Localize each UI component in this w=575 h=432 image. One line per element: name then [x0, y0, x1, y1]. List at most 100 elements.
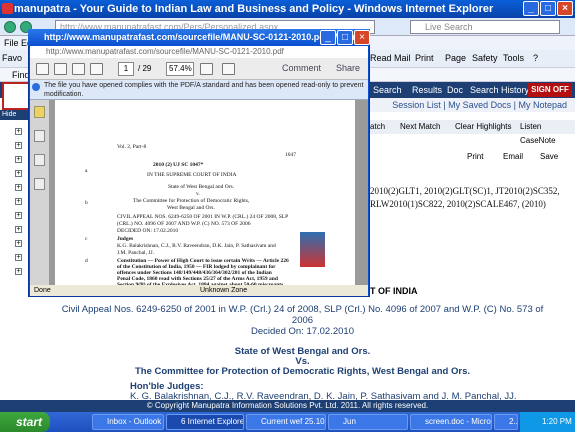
pdf-margin-d: d — [85, 258, 88, 264]
expand-icon[interactable]: + — [15, 142, 22, 149]
print-button[interactable]: Print — [415, 53, 434, 63]
expand-icon[interactable]: + — [15, 128, 22, 135]
expand-icon[interactable]: + — [15, 156, 22, 163]
pdf-versus: v. — [196, 191, 200, 197]
print-icon[interactable] — [72, 63, 85, 75]
copyright-footer: © Copyright Manupatra Information Soluti… — [0, 400, 575, 412]
doc-email-button[interactable]: Email — [503, 152, 523, 161]
pdf-window-controls: _ □ × — [320, 30, 370, 45]
task-current[interactable]: Current wef 25.10... — [246, 414, 326, 430]
match-button[interactable]: atch — [370, 120, 385, 134]
ie-title: manupatra - Your Guide to Indian Law and… — [14, 3, 494, 15]
expand-icon[interactable]: + — [15, 226, 22, 233]
task-ie[interactable]: 6 Internet Explore... — [166, 414, 244, 430]
task-word[interactable]: screen.doc - Micros... — [410, 414, 492, 430]
tools-button[interactable]: Tools — [503, 53, 524, 63]
signature-icon[interactable] — [34, 178, 45, 190]
read-mail-button[interactable]: Read Mail — [370, 53, 411, 63]
share-button[interactable]: Share — [336, 63, 360, 73]
minimize-button[interactable]: _ — [523, 1, 539, 16]
pdf-window-title: http://www.manupatrafast.com/sourcefile/… — [28, 29, 370, 46]
expand-icon[interactable]: + — [15, 184, 22, 191]
document-header: Civil Appeal Nos. 6249-6250 of 2001 in W… — [30, 296, 575, 402]
pdf-toolbar: 1 / 29 57.4% Comment Share — [30, 58, 368, 80]
security-zone: Unknown Zone — [200, 287, 248, 294]
zoom-input[interactable]: 57.4% — [166, 62, 194, 76]
info-icon — [32, 83, 40, 91]
pdf-decided: DECIDED ON: 17.02.2010 — [117, 228, 179, 234]
zoom-dropdown-icon[interactable] — [200, 63, 213, 75]
pdf-appeal-2: (CRL.) NO. 4096 OF 2007 AND W.P. (C) NO.… — [117, 221, 251, 227]
toc-tree: + + + + + + + + + + + — [0, 120, 30, 290]
close-button[interactable]: × — [557, 1, 573, 16]
expand-icon[interactable]: + — [15, 268, 22, 275]
pdf-volume: Vol. 2, Part-8 — [117, 144, 147, 150]
nav-search[interactable]: Search — [373, 82, 402, 98]
nav-results[interactable]: Results — [412, 82, 442, 98]
pdf-party-2a: The Committee for Protection of Democrat… — [133, 198, 250, 204]
listen-casenote-button[interactable]: Listen CaseNote — [520, 120, 575, 148]
pdf-close-button[interactable]: × — [354, 30, 370, 45]
task-outlook[interactable]: Inbox - Outlook Ex... — [92, 414, 164, 430]
nav-doc[interactable]: Doc — [447, 82, 463, 98]
pdf-judges-2: J.M. Panchal, JJ. — [117, 250, 154, 256]
nav-search-history[interactable]: Search History — [470, 82, 529, 98]
doc-toolbar: atch Next Match Clear Highlights Listen … — [370, 120, 575, 145]
start-button[interactable]: start — [0, 412, 50, 432]
pdf-appeal-1: CIVIL APPEAL NOS. 6249-6250 OF 2001 IN W… — [117, 214, 289, 220]
safety-button[interactable]: Safety — [472, 53, 498, 63]
pdfa-notice: The file you have opened complies with t… — [30, 80, 368, 100]
pdf-citation: 2010 (2) UJ SC 1047* — [153, 162, 204, 168]
manupatra-logo — [2, 82, 30, 110]
maximize-button[interactable]: □ — [540, 1, 556, 16]
doc-save-button[interactable]: Save — [540, 152, 558, 161]
expand-icon[interactable]: + — [15, 170, 22, 177]
next-match-button[interactable]: Next Match — [400, 120, 440, 134]
pdf-judges-label: Judges — [117, 236, 134, 242]
court-name: T OF INDIA — [370, 286, 418, 296]
expand-icon[interactable]: + — [15, 240, 22, 247]
create-icon[interactable] — [36, 63, 49, 75]
pdf-margin-b: b — [85, 200, 88, 206]
pdf-maximize-button[interactable]: □ — [337, 30, 353, 45]
pdf-court: IN THE SUPREME COURT OF INDIA — [147, 172, 237, 178]
search-input[interactable]: Live Search — [410, 20, 560, 34]
clock: 1:20 PM — [520, 412, 575, 432]
page-input[interactable]: 1 — [118, 62, 134, 76]
task-group[interactable]: 2... — [494, 414, 518, 430]
help-button[interactable]: ? — [533, 53, 538, 63]
pdf-party-1: State of West Bengal and Ors. — [168, 184, 235, 190]
expand-icon[interactable]: + — [15, 212, 22, 219]
fit-page-icon[interactable] — [222, 63, 235, 75]
clear-highlights-button[interactable]: Clear Highlights — [455, 120, 511, 134]
citations: 2010(2)GLT1, 2010(2)GLT(SC)1, JT2010(2)S… — [370, 186, 560, 209]
bookmarks-icon[interactable] — [34, 130, 45, 142]
status-text: Done — [34, 287, 51, 294]
appeal-numbers: Civil Appeal Nos. 6249-6250 of 2001 in W… — [61, 304, 544, 326]
pdf-party-2b: West Bengal and Ors. — [167, 205, 215, 211]
sign-off-button[interactable]: SIGN OFF — [528, 83, 572, 97]
expand-icon[interactable]: + — [15, 198, 22, 205]
page-button[interactable]: Page — [445, 53, 466, 63]
save-icon[interactable] — [54, 63, 67, 75]
pdf-margin-c: c — [85, 236, 88, 242]
party-2: The Committee for Protection of Democrat… — [134, 366, 470, 377]
pdf-address[interactable]: http://www.manupatrafast.com/sourcefile/… — [30, 46, 368, 58]
pdf-judges-1: K.G. Balakrishnan, C.J., R.V. Raveendran… — [117, 243, 276, 249]
pdf-page-number: 1047 — [285, 152, 296, 158]
attachments-icon[interactable] — [34, 154, 45, 166]
session-links[interactable]: Session List | My Saved Docs | My Notepa… — [370, 98, 575, 112]
pdf-navigation-pane — [30, 100, 50, 285]
back-icon[interactable] — [4, 21, 16, 33]
favorites-button[interactable]: Favo — [2, 53, 22, 63]
comment-button[interactable]: Comment — [282, 63, 321, 73]
manupatra-icon — [2, 3, 13, 14]
hide-toc-button[interactable]: Hide TOC — [0, 110, 30, 128]
email-icon[interactable] — [90, 63, 103, 75]
expand-icon[interactable]: + — [15, 254, 22, 261]
task-jun[interactable]: Jun — [328, 414, 408, 430]
pdf-minimize-button[interactable]: _ — [320, 30, 336, 45]
pages-icon[interactable] — [34, 106, 45, 118]
doc-print-button[interactable]: Print — [467, 152, 483, 161]
pdf-status-bar: Done Unknown Zone — [30, 285, 368, 296]
